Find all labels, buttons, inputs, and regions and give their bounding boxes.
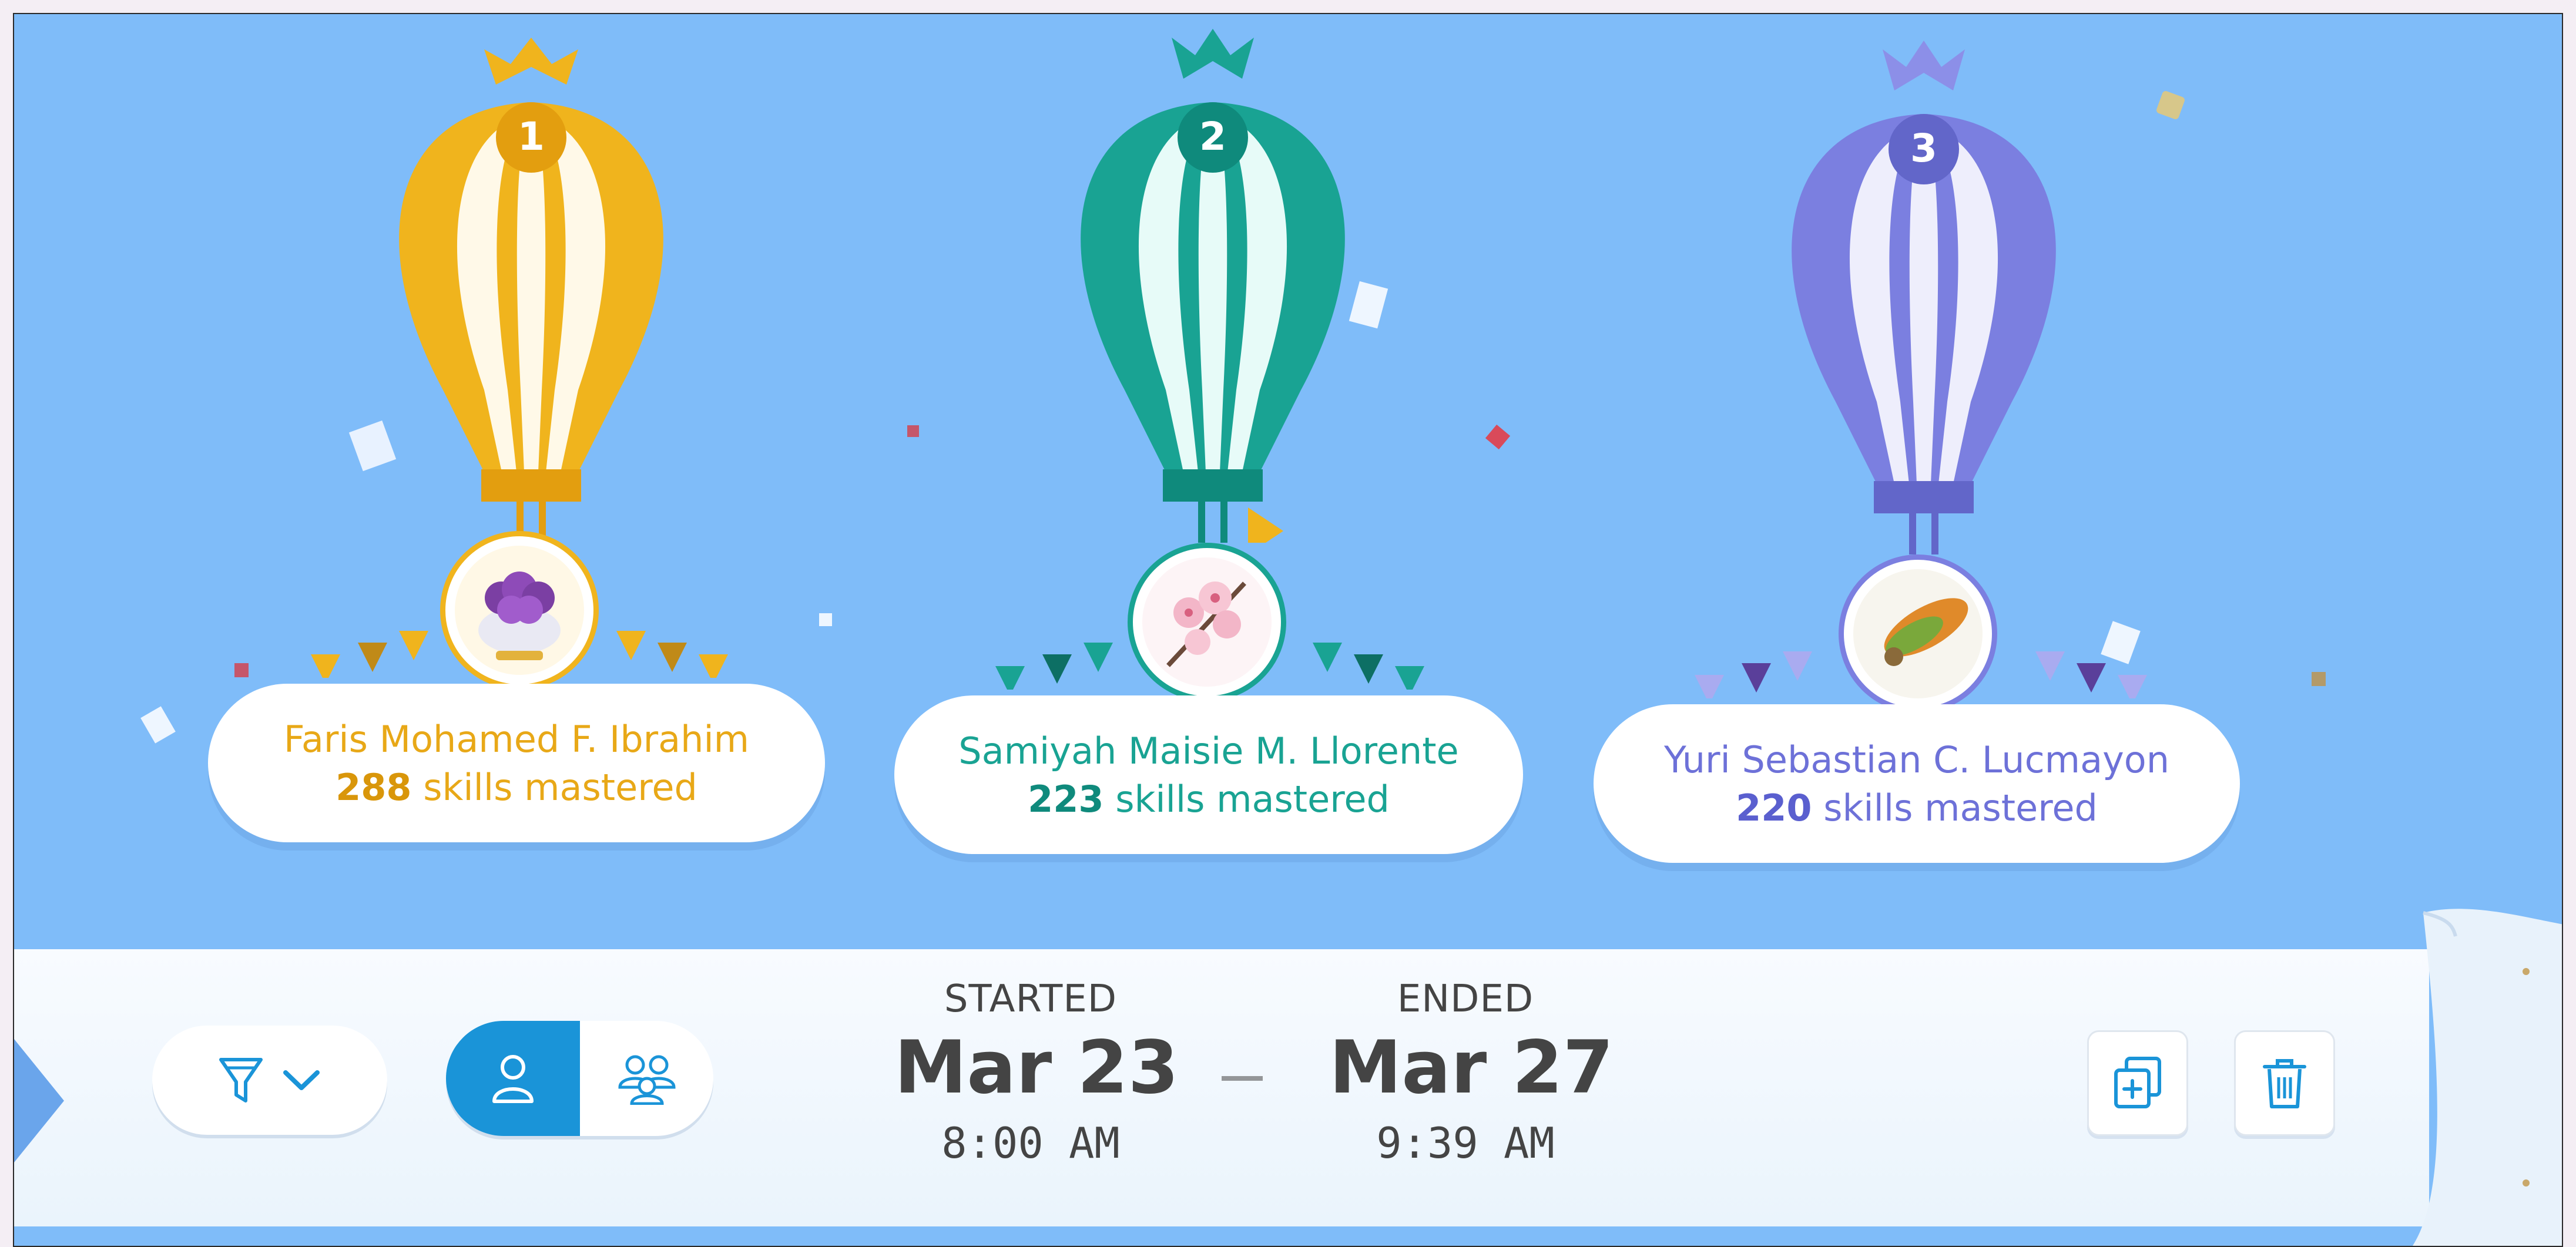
skills-count: 220 xyxy=(1736,786,1812,829)
participant-card: Samiyah Maisie M. Llorente 223 skills ma… xyxy=(894,695,1523,854)
leaderboard-entry-3: 3 xyxy=(1742,38,2106,554)
skills-mastered: 288 skills mastered xyxy=(336,764,697,811)
end-date: Mar 27 xyxy=(1329,1026,1614,1110)
view-mode-toggle xyxy=(446,1021,713,1136)
group-users-icon xyxy=(618,1055,676,1105)
individual-view-button[interactable] xyxy=(446,1021,580,1136)
duplicate-button[interactable] xyxy=(2087,1030,2188,1136)
ribbon-tip xyxy=(14,1039,64,1162)
confetti xyxy=(1485,424,1511,450)
funnel-icon xyxy=(219,1058,263,1103)
single-user-icon xyxy=(492,1055,534,1103)
participant-card: Yuri Sebastian C. Lucmayon 220 skills ma… xyxy=(1594,704,2240,863)
skills-count: 223 xyxy=(1028,778,1104,821)
confetti xyxy=(2155,90,2186,120)
leaderboard-screen: 1 Faris Mohamed F. Ibrahim 288 skills ma… xyxy=(13,13,2563,1247)
hot-air-balloon-icon xyxy=(1081,29,1345,543)
skills-suffix: skills mastered xyxy=(1812,786,2098,829)
rank-number: 2 xyxy=(1199,114,1226,159)
skills-mastered: 220 skills mastered xyxy=(1736,785,2098,832)
food-icon xyxy=(1853,569,1983,698)
leaderboard-entry-2: 2 xyxy=(1031,26,1395,543)
cherry-blossom-icon xyxy=(1142,557,1272,687)
confetti xyxy=(140,706,176,744)
hot-air-balloon-icon xyxy=(1792,41,2056,554)
group-view-button[interactable] xyxy=(580,1021,713,1136)
duplicate-icon xyxy=(2114,1057,2161,1108)
skills-mastered: 223 skills mastered xyxy=(1028,776,1390,823)
skills-suffix: skills mastered xyxy=(1103,778,1390,821)
skills-suffix: skills mastered xyxy=(411,766,697,809)
start-date: Mar 23 xyxy=(894,1026,1179,1110)
filter-dropdown-button[interactable] xyxy=(152,1026,387,1135)
chevron-down-icon xyxy=(283,1070,320,1090)
rank-number: 1 xyxy=(518,114,545,159)
confetti xyxy=(2312,672,2326,686)
end-label: ENDED xyxy=(1397,977,1534,1021)
flower-bowl-icon xyxy=(455,546,584,675)
participant-name: Yuri Sebastian C. Lucmayon xyxy=(1663,738,2169,781)
date-range-separator xyxy=(1222,1076,1263,1081)
start-time: 8:00 AM xyxy=(941,1118,1120,1168)
avatar xyxy=(440,531,599,690)
participant-card: Faris Mohamed F. Ibrahim 288 skills mast… xyxy=(208,684,825,842)
avatar xyxy=(1839,554,1997,713)
leaderboard-entry-1: 1 xyxy=(349,26,713,543)
rank-number: 3 xyxy=(1910,126,1937,171)
delete-button[interactable] xyxy=(2234,1030,2335,1136)
end-time: 9:39 AM xyxy=(1376,1118,1555,1168)
trash-icon xyxy=(2263,1059,2306,1108)
confetti xyxy=(907,425,919,437)
skills-count: 288 xyxy=(336,766,412,809)
hot-air-balloon-icon xyxy=(399,38,663,543)
avatar xyxy=(1128,543,1286,701)
scroll-curl-decoration xyxy=(2400,901,2562,1246)
participant-name: Faris Mohamed F. Ibrahim xyxy=(283,718,750,761)
confetti xyxy=(819,613,832,626)
participant-name: Samiyah Maisie M. Llorente xyxy=(958,730,1459,772)
confetti xyxy=(234,663,249,677)
start-label: STARTED xyxy=(944,977,1118,1021)
